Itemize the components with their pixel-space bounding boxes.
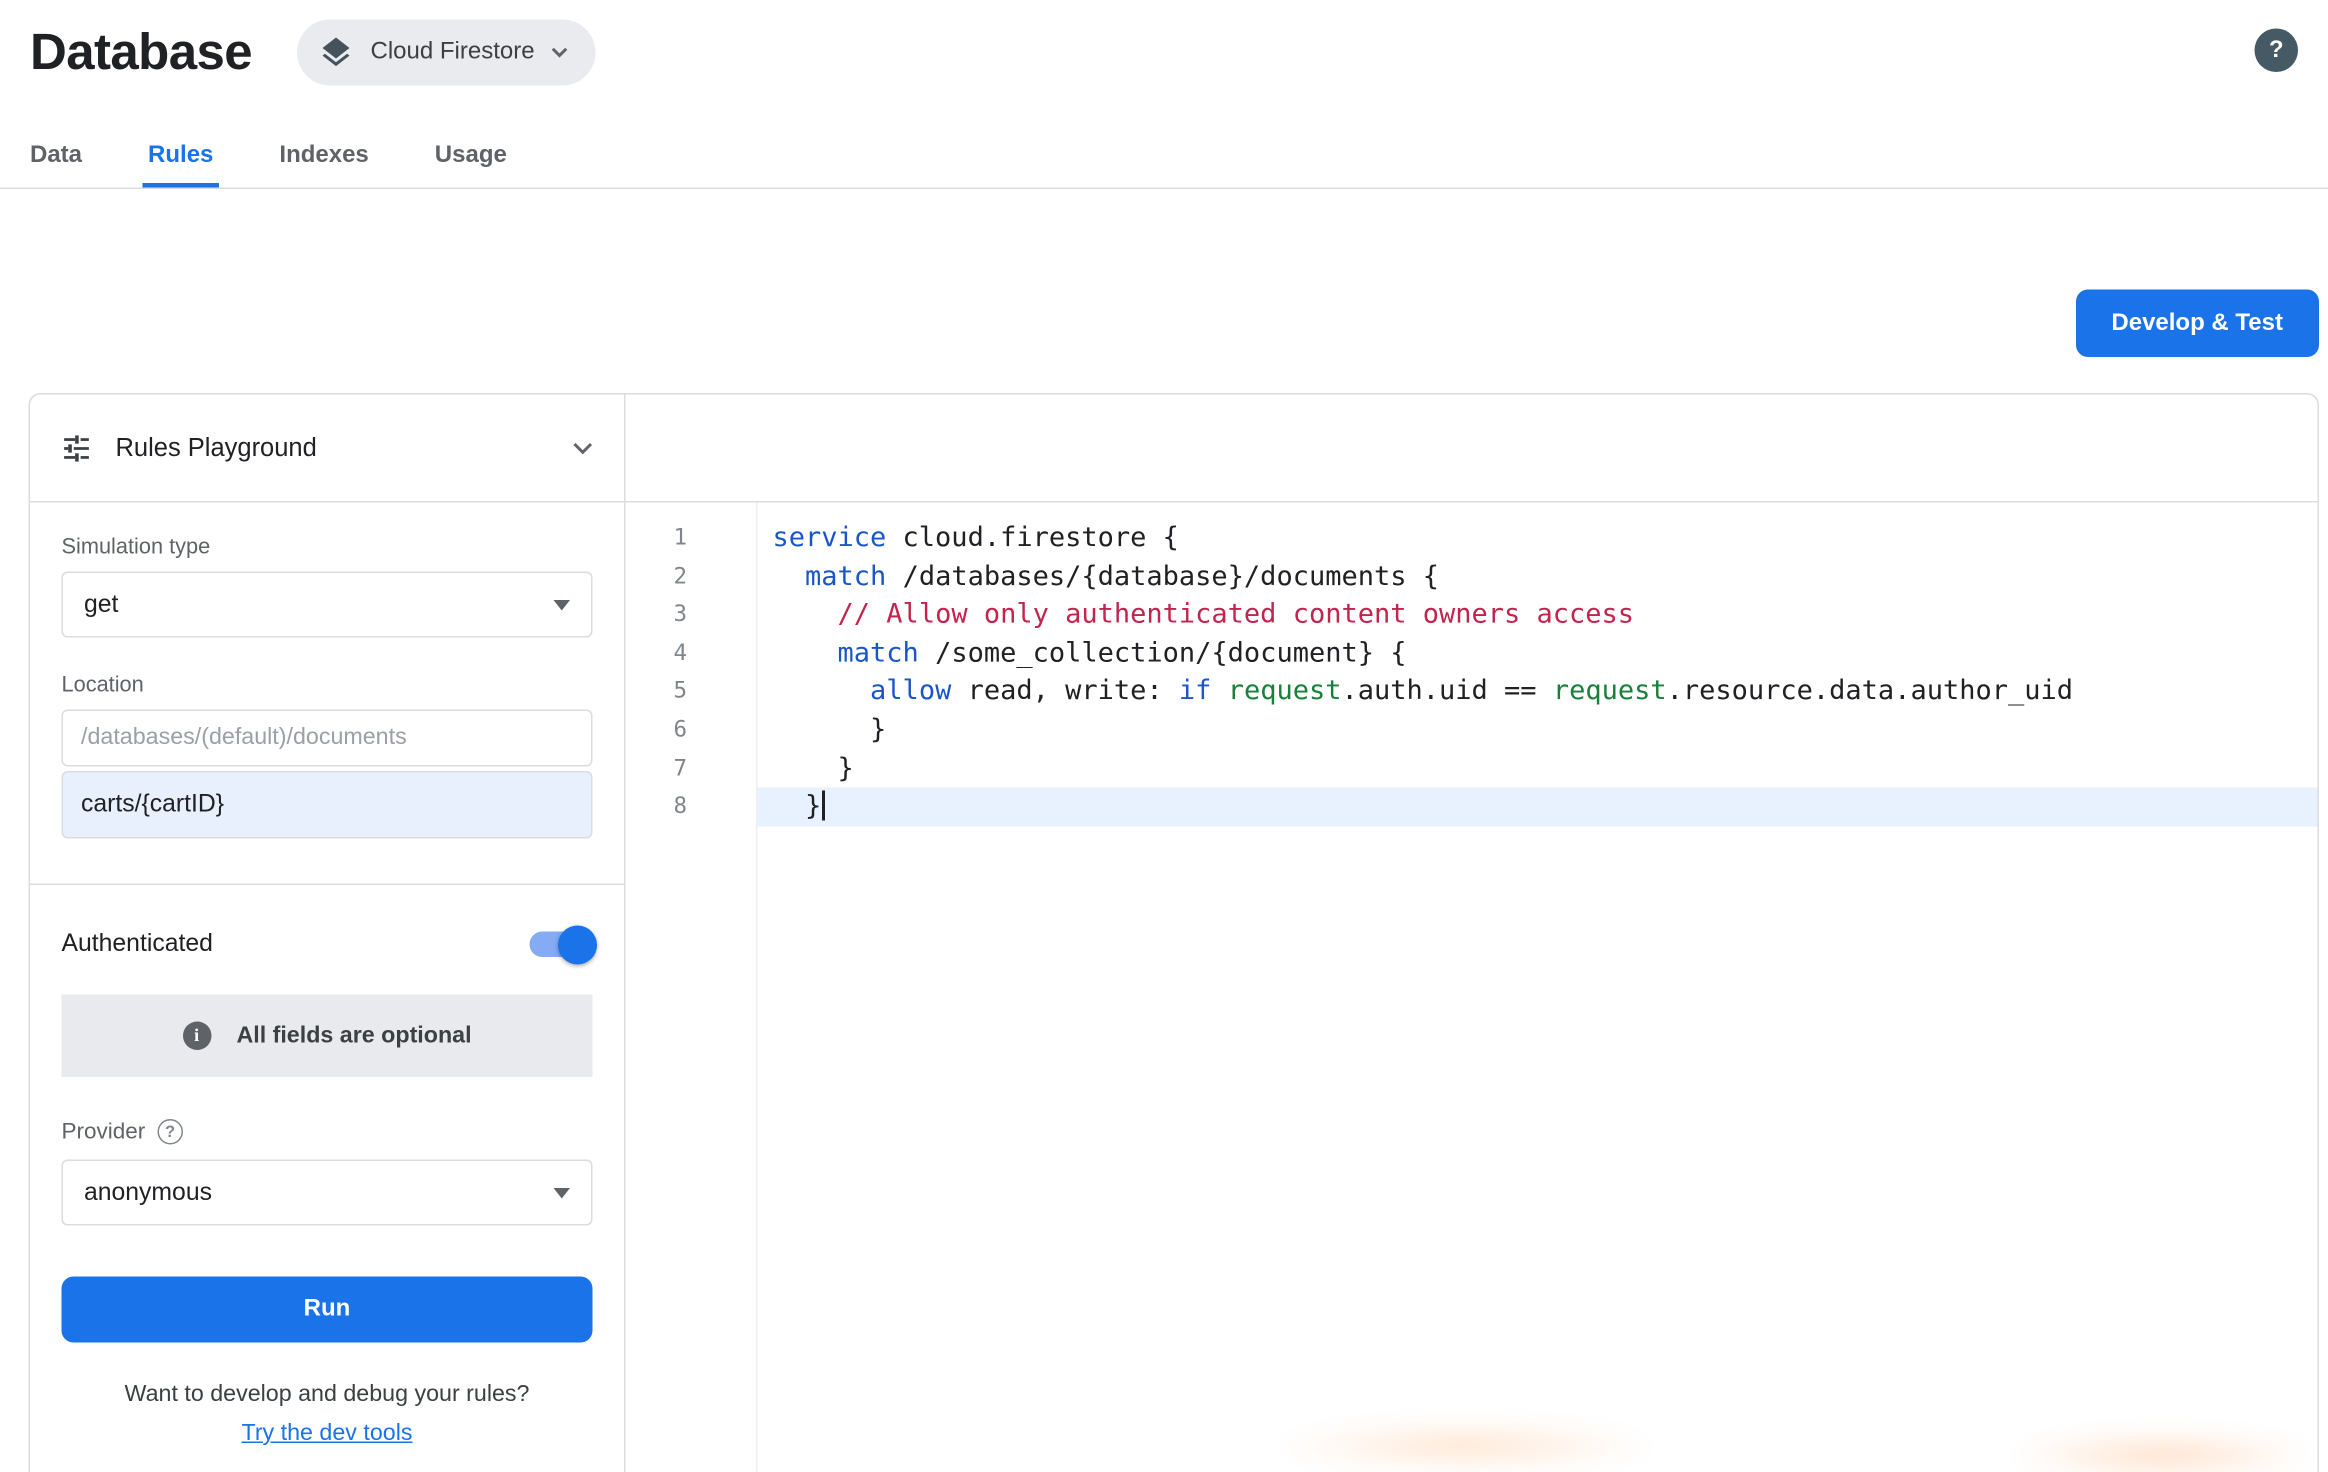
firestore-icon xyxy=(318,35,354,71)
authenticated-toggle[interactable] xyxy=(530,932,593,958)
info-banner-text: All fields are optional xyxy=(236,1022,471,1049)
tune-icon xyxy=(60,431,93,464)
code-line-2[interactable]: match /databases/{database}/documents { xyxy=(758,557,2318,595)
chevron-down-icon xyxy=(551,47,569,59)
location-label: Location xyxy=(62,674,593,698)
main-content: Develop & Test Rules Playground xyxy=(29,290,2320,1472)
rules-panel: Rules Playground Simulation type get Loc… xyxy=(29,393,2320,1472)
tab-usage[interactable]: Usage xyxy=(429,128,513,188)
topbar: Database Cloud Firestore ? xyxy=(0,0,2328,128)
database-selector-label: Cloud Firestore xyxy=(371,39,535,66)
collapse-chevron-icon[interactable] xyxy=(572,440,595,455)
info-icon: i xyxy=(182,1022,211,1051)
editor-gutter: 12345678 xyxy=(626,503,758,1472)
firebase-console-database-page: Database Cloud Firestore ? Data Rules In… xyxy=(0,0,2328,1472)
develop-and-test-button[interactable]: Develop & Test xyxy=(2075,290,2319,358)
actions-row: Develop & Test xyxy=(29,290,2320,358)
rules-playground-body: Simulation type get Location /databases/… xyxy=(30,503,626,1472)
dropdown-arrow-icon xyxy=(554,599,571,610)
line-number: 2 xyxy=(626,557,757,595)
provider-value: anonymous xyxy=(84,1178,212,1207)
line-number: 6 xyxy=(626,711,757,749)
location-base-path-text: /databases/(default)/documents xyxy=(81,725,407,752)
code-line-4[interactable]: match /some_collection/{document} { xyxy=(758,634,2318,672)
code-line-1[interactable]: service cloud.firestore { xyxy=(758,519,2318,557)
run-button[interactable]: Run xyxy=(62,1277,593,1343)
location-input-value: carts/{cartID} xyxy=(81,791,224,820)
line-number: 4 xyxy=(626,634,757,672)
code-line-3[interactable]: // Allow only authenticated content owne… xyxy=(758,596,2318,634)
tab-bar: Data Rules Indexes Usage xyxy=(0,128,2328,190)
page-title: Database xyxy=(30,18,252,87)
dropdown-arrow-icon xyxy=(554,1187,571,1198)
authenticated-row: Authenticated xyxy=(62,930,593,959)
toggle-thumb xyxy=(558,925,597,964)
provider-help-icon[interactable]: ? xyxy=(157,1119,183,1145)
simulation-type-select[interactable]: get xyxy=(62,572,593,638)
line-number: 1 xyxy=(626,519,757,557)
line-number: 8 xyxy=(626,788,757,826)
line-number: 3 xyxy=(626,596,757,634)
provider-row: Provider ? xyxy=(62,1119,593,1145)
tab-rules[interactable]: Rules xyxy=(142,128,219,188)
line-number: 7 xyxy=(626,749,757,787)
rules-playground-title: Rules Playground xyxy=(116,433,317,463)
code-line-8[interactable]: } xyxy=(758,788,2318,826)
help-button[interactable]: ? xyxy=(2255,29,2299,73)
info-banner: i All fields are optional xyxy=(62,995,593,1078)
simulation-type-label: Simulation type xyxy=(62,536,593,560)
dev-tools-link[interactable]: Try the dev tools xyxy=(241,1421,412,1447)
dev-tools-link-wrap: Try the dev tools xyxy=(62,1421,593,1448)
location-base-path: /databases/(default)/documents xyxy=(62,710,593,767)
simulation-type-value: get xyxy=(84,590,118,619)
provider-label: Provider xyxy=(62,1119,146,1145)
code-line-5[interactable]: allow read, write: if request.auth.uid =… xyxy=(758,673,2318,711)
editor-code[interactable]: service cloud.firestore { match /databas… xyxy=(758,503,2318,1472)
location-input[interactable]: carts/{cartID} xyxy=(62,771,593,839)
dev-tools-question: Want to develop and debug your rules? xyxy=(62,1382,593,1409)
question-mark-icon: ? xyxy=(2269,37,2284,64)
tab-data[interactable]: Data xyxy=(24,128,88,188)
line-number: 5 xyxy=(626,673,757,711)
tab-indexes[interactable]: Indexes xyxy=(273,128,374,188)
code-line-6[interactable]: } xyxy=(758,711,2318,749)
authenticated-label: Authenticated xyxy=(62,930,213,959)
rules-playground-header[interactable]: Rules Playground xyxy=(30,395,626,503)
code-line-7[interactable]: } xyxy=(758,749,2318,787)
database-selector-chip[interactable]: Cloud Firestore xyxy=(297,20,596,86)
section-divider xyxy=(30,884,624,886)
provider-select[interactable]: anonymous xyxy=(62,1160,593,1226)
text-cursor xyxy=(821,791,824,821)
editor-header xyxy=(626,395,2318,503)
rules-editor[interactable]: 12345678 service cloud.firestore { match… xyxy=(626,503,2318,1472)
